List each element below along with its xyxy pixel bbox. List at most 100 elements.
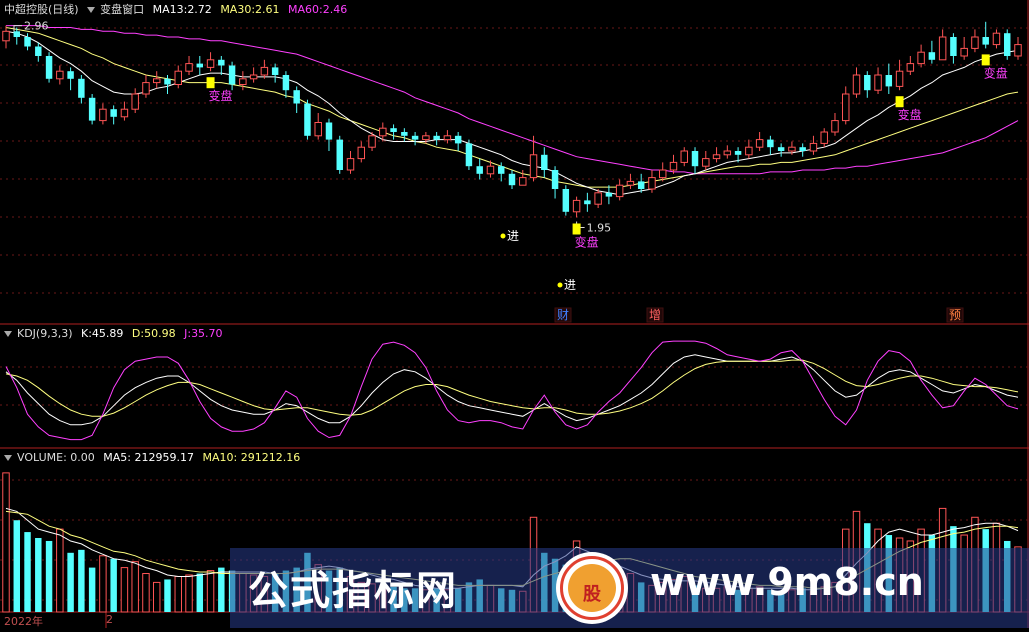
- candle-body: [982, 37, 989, 45]
- candle-body: [346, 158, 355, 171]
- volume-bar: [99, 555, 107, 613]
- volume-title[interactable]: VOLUME:: [17, 451, 67, 464]
- bianpan-signal-label: 变盘: [209, 88, 233, 103]
- low-price-label: 1.95: [587, 222, 612, 235]
- volume-value: 0.00: [70, 451, 95, 464]
- volume-bar: [56, 528, 64, 613]
- volume-bar: [142, 573, 150, 613]
- ma5-label: MA5:: [103, 451, 132, 464]
- candle-body: [401, 132, 408, 136]
- ma10-value: 291212.16: [240, 451, 301, 464]
- x-axis-year-label: 2022年: [4, 615, 43, 628]
- volume-bar: [164, 579, 171, 612]
- main-panel-header: 中超控股(日线) 变盘窗口 MA13:2.72 MA30:2.61 MA60:2…: [4, 3, 352, 17]
- candle-body: [917, 51, 925, 65]
- candle-body: [874, 74, 882, 91]
- candle-body: [476, 166, 483, 174]
- candle-body: [282, 75, 290, 91]
- candle-body: [637, 181, 645, 189]
- candle-body: [971, 36, 979, 49]
- d-value: 50.98: [144, 327, 176, 340]
- candle-body: [831, 120, 839, 133]
- candle-body: [486, 165, 495, 175]
- candle-body: [885, 75, 893, 87]
- j-value: 35.70: [191, 327, 223, 340]
- kdj-panel-header: KDJ(9,3,3) K:45.89 D:50.98 J:35.70: [4, 327, 228, 341]
- chart-window: 2.96 1.95 变盘 变盘 变盘 变盘进进财增预 中超控股(日线) 变盘窗口 MA13…: [0, 0, 1029, 628]
- candle-body: [777, 147, 785, 151]
- candle-body: [950, 37, 957, 56]
- candle-body: [228, 65, 236, 85]
- candle-body: [465, 143, 473, 167]
- candle-body: [271, 67, 279, 75]
- volume-bar: [131, 561, 139, 613]
- volume-bar: [196, 573, 204, 612]
- ma13-value: 2.72: [187, 3, 212, 16]
- candle-body: [206, 59, 215, 68]
- kdj-title[interactable]: KDJ(9,3,3): [17, 327, 73, 340]
- candle-body: [864, 75, 871, 91]
- event-tag-label: 增: [649, 308, 661, 322]
- volume-bar: [78, 549, 85, 612]
- volume-bar: [185, 574, 193, 613]
- candle-body: [615, 184, 624, 198]
- stock-title[interactable]: 中超控股(日线): [4, 3, 79, 16]
- candle-body: [680, 150, 688, 163]
- volume-bar: [35, 538, 42, 612]
- candle-body: [658, 169, 667, 179]
- candle-body: [734, 151, 742, 155]
- volume-bar: [174, 575, 182, 613]
- chart-canvas[interactable]: 2.961.95变盘变盘变盘变盘进进财增预: [0, 0, 1029, 628]
- candle-body: [379, 127, 387, 137]
- volume-bar: [218, 567, 225, 612]
- dropdown-icon[interactable]: [4, 331, 12, 337]
- volume-bar: [2, 472, 10, 613]
- bianpan-signal-block: [572, 223, 581, 235]
- candle-body: [13, 31, 20, 37]
- volume-bar: [13, 520, 20, 612]
- watermark-text-cn: 公式指标网: [248, 568, 458, 614]
- candle-body: [820, 131, 828, 144]
- dropdown-icon[interactable]: [4, 455, 12, 461]
- candle-body: [960, 47, 968, 57]
- event-tag-label: 财: [557, 308, 569, 322]
- watermark-banner: 公式指标网 股 www.9m8.cn: [230, 548, 1029, 628]
- ma60-value: 2.46: [322, 3, 348, 16]
- candle-body: [1014, 44, 1022, 57]
- candle-body: [357, 146, 366, 160]
- candle-body: [1004, 33, 1011, 56]
- watermark-text-en: www.9m8.cn: [650, 560, 924, 604]
- candle-body: [390, 128, 397, 132]
- kdj-j-line: [5, 340, 1019, 441]
- candle-body: [454, 135, 462, 144]
- bianpan-signal-label: 变盘: [984, 65, 1008, 80]
- candle-body: [443, 135, 452, 141]
- candle-body: [702, 158, 710, 167]
- candle-body: [110, 109, 117, 117]
- candle-body: [842, 93, 850, 122]
- volume-bar: [45, 540, 53, 612]
- candle-body: [142, 82, 150, 95]
- candle-body: [626, 180, 635, 186]
- candle-body: [218, 59, 225, 66]
- bianpan-signal-label: 变盘: [575, 235, 599, 250]
- candle-body: [239, 78, 247, 86]
- candle-body: [411, 135, 419, 140]
- candle-body: [928, 52, 936, 60]
- candle-body: [852, 74, 861, 95]
- candle-body: [152, 78, 161, 84]
- indicator-name[interactable]: 变盘窗口: [100, 3, 144, 16]
- dropdown-icon[interactable]: [87, 7, 96, 13]
- kdj-d-line: [5, 359, 1019, 417]
- candle-body: [755, 139, 764, 148]
- ma60-label: MA60:: [288, 3, 323, 16]
- candle-body: [605, 192, 613, 197]
- candle-body: [45, 56, 53, 79]
- candle-body: [314, 122, 322, 137]
- bianpan-signal-label: 变盘: [898, 107, 922, 122]
- candle-body: [56, 70, 64, 80]
- ma30-label: MA30:: [220, 3, 256, 16]
- high-marker: [13, 25, 22, 32]
- event-tag-label: 预: [949, 308, 961, 322]
- bianpan-signal-block: [895, 96, 904, 108]
